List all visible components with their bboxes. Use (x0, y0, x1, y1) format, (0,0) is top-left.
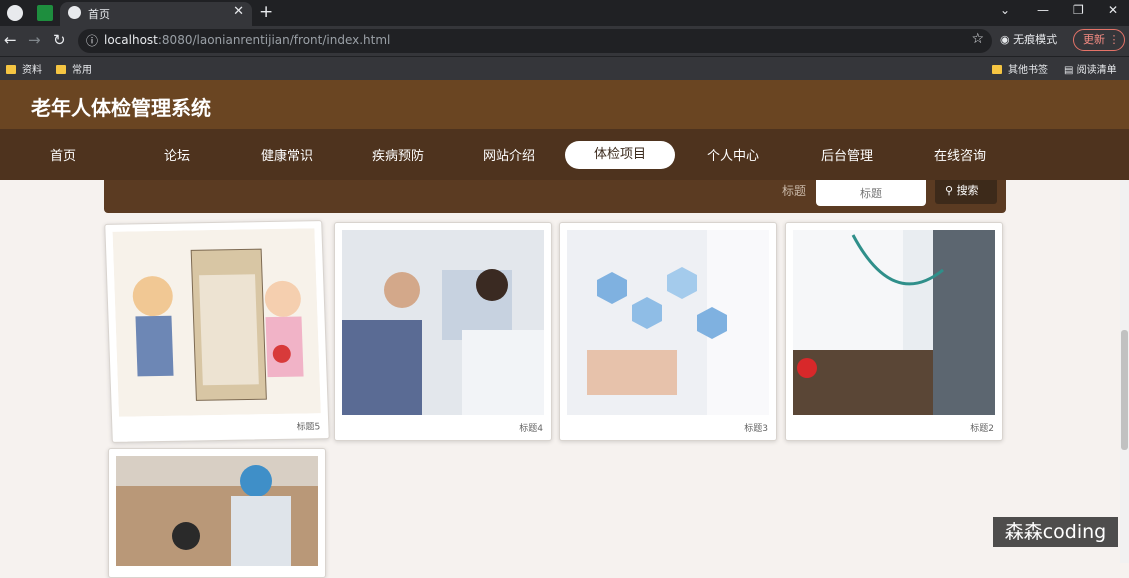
incognito-label: 无痕模式 (1013, 33, 1058, 46)
nav-item-about[interactable]: 网站介绍 (454, 145, 564, 164)
update-button[interactable]: 更新 ⋮ (1073, 29, 1125, 51)
card-item[interactable]: 标题4 (334, 222, 552, 441)
card-caption: 标题3 (744, 424, 768, 434)
url-host: localhost (104, 33, 158, 47)
card-item[interactable]: 标题5 (104, 220, 330, 443)
pinned-tab-icon[interactable] (37, 5, 53, 21)
bookmark-item[interactable]: 其他书签 (992, 61, 1048, 76)
update-label: 更新 (1083, 33, 1105, 46)
card-image-photo (116, 456, 318, 566)
nav-item-consult[interactable]: 在线咨询 (905, 145, 1015, 164)
incognito-indicator[interactable]: ◉ 无痕模式 (1000, 31, 1057, 47)
card-item[interactable] (108, 448, 326, 578)
card-image-photo (342, 230, 544, 415)
bookmarks-bar: 资料 常用 其他书签 ▤ 阅读清单 (0, 56, 1129, 80)
nav-item-forum[interactable]: 论坛 (122, 145, 232, 164)
card-item[interactable]: 标题3 (559, 222, 777, 441)
site-header: 老年人体检管理系统 (0, 80, 1129, 129)
card-image-photo (793, 230, 995, 415)
page-scrollbar[interactable] (1120, 180, 1129, 563)
search-bar: 标题 ⚲ 搜索 (104, 180, 1006, 213)
reading-list-item[interactable]: ▤ 阅读清单 (1064, 61, 1117, 76)
info-icon[interactable]: ⓘ (86, 32, 98, 49)
search-button[interactable]: ⚲ 搜索 (935, 180, 997, 204)
folder-icon (992, 65, 1002, 74)
minimize-icon[interactable]: — (1037, 3, 1049, 17)
forward-icon[interactable]: → (28, 31, 41, 49)
bookmark-star-icon[interactable]: ☆ (971, 31, 984, 47)
main-nav: 首页 论坛 健康常识 疾病预防 网站介绍 体检项目 个人中心 后台管理 在线咨询 (0, 129, 1129, 180)
address-bar[interactable]: ⓘ localhost:8080/laonianrentijian/front/… (78, 29, 992, 53)
tab-close-icon[interactable]: ✕ (233, 4, 244, 19)
active-tab[interactable]: 首页 ✕ (60, 2, 252, 26)
card-image-photo (567, 230, 769, 415)
card-caption: 标题2 (970, 424, 994, 434)
nav-item-health[interactable]: 健康常识 (232, 145, 342, 164)
scroll-thumb[interactable] (1121, 330, 1128, 450)
search-input[interactable] (816, 180, 926, 206)
bookmark-label: 其他书签 (1008, 65, 1048, 76)
bookmark-item[interactable]: 常用 (56, 61, 92, 76)
bookmark-label: 阅读清单 (1076, 65, 1117, 76)
browser-tab-strip: 首页 ✕ + ⌄ — ❐ ✕ (0, 0, 1129, 26)
reading-list-icon: ▤ (1064, 65, 1077, 76)
address-row: ← → ↻ ⓘ localhost:8080/laonianrentijian/… (0, 26, 1129, 56)
bookmark-item[interactable]: 资料 (6, 61, 42, 76)
nav-item-home[interactable]: 首页 (8, 145, 118, 164)
tab-title: 首页 (88, 8, 110, 21)
chrome-menu-icon[interactable] (7, 5, 23, 21)
close-window-icon[interactable]: ✕ (1108, 3, 1118, 17)
folder-icon (56, 65, 66, 74)
url-text: localhost:8080/laonianrentijian/front/in… (104, 33, 390, 47)
search-icon: ⚲ (945, 184, 957, 197)
new-tab-button[interactable]: + (259, 2, 273, 22)
tab-search-icon[interactable]: ⌄ (1000, 3, 1010, 17)
bookmark-label: 常用 (72, 65, 92, 76)
card-image-illustration (112, 228, 321, 417)
search-label: 标题 (782, 184, 807, 198)
nav-item-checkup[interactable]: 体检项目 (565, 141, 675, 169)
search-button-label: 搜索 (956, 184, 979, 197)
reload-icon[interactable]: ↻ (53, 31, 66, 49)
bookmark-label: 资料 (22, 65, 42, 76)
back-icon[interactable]: ← (4, 31, 17, 49)
restore-icon[interactable]: ❐ (1073, 3, 1084, 17)
card-caption: 标题4 (519, 424, 543, 434)
folder-icon (6, 65, 16, 74)
site-title: 老年人体检管理系统 (31, 96, 211, 120)
card-item[interactable]: 标题2 (785, 222, 1003, 441)
nav-item-prevention[interactable]: 疾病预防 (343, 145, 453, 164)
url-path: :8080/laonianrentijian/front/index.html (157, 33, 391, 47)
nav-item-admin[interactable]: 后台管理 (792, 145, 902, 164)
watermark: 森森coding (993, 517, 1118, 547)
globe-icon (68, 6, 81, 19)
nav-item-profile[interactable]: 个人中心 (678, 145, 788, 164)
card-caption: 标题5 (296, 422, 321, 433)
